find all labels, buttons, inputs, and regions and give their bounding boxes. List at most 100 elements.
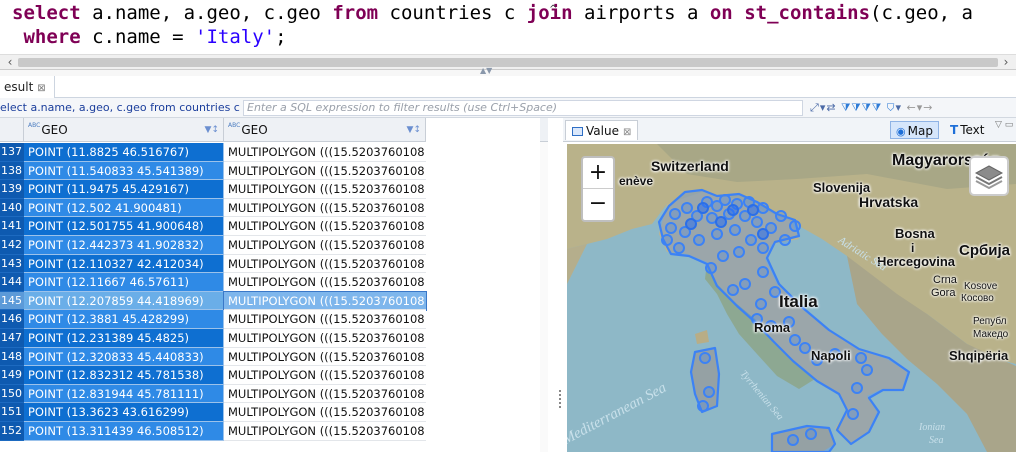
table-row[interactable]: 145 POINT (12.207859 44.418969) MULTIPOLYG…	[0, 290, 548, 312]
panel-menu-icon[interactable]: ▽ ▭	[995, 120, 1013, 130]
cell-airport-geo[interactable]: POINT (12.3881 45.428299)	[24, 310, 224, 329]
cell-country-geo[interactable]: MULTIPOLYGON (((15.5203760108 38	[224, 254, 426, 274]
cell-airport-geo[interactable]: POINT (12.231389 45.4825)	[24, 329, 224, 348]
map-label-kosovo-cyrillic: Косово	[961, 293, 994, 304]
back-icon[interactable]: ←	[907, 101, 917, 114]
row-number[interactable]: 143	[0, 254, 24, 274]
cell-airport-geo[interactable]: POINT (12.501755 41.900648)	[24, 217, 224, 236]
cell-airport-geo[interactable]: POINT (12.11667 46.57611)	[24, 273, 224, 292]
cell-country-geo[interactable]: MULTIPOLYGON (((15.5203760108 38	[224, 143, 426, 162]
filter-add-icon[interactable]: ⧩	[851, 101, 861, 114]
cell-country-geo[interactable]: MULTIPOLYGON (((15.5203760108 38	[224, 180, 426, 199]
tab-results[interactable]: esult ⊠	[0, 76, 55, 98]
row-number[interactable]: 149	[0, 366, 24, 385]
sort-icon[interactable]: ▼↕	[407, 118, 421, 142]
cell-airport-geo[interactable]: POINT (12.832312 45.781538)	[24, 366, 224, 385]
table-row[interactable]: 149 POINT (12.832312 45.781538) MULTIPOLYG…	[0, 366, 548, 385]
expand-icon[interactable]: ⤢	[810, 101, 820, 114]
cell-airport-geo[interactable]: POINT (12.110327 42.412034)	[24, 254, 224, 274]
close-icon[interactable]: ⊠	[623, 127, 631, 138]
active-query-label[interactable]: elect a.name, a.geo, c.geo from countrie…	[0, 100, 243, 116]
row-number[interactable]: 151	[0, 403, 24, 422]
cell-country-geo[interactable]: MULTIPOLYGON (((15.5203760108 38	[224, 310, 426, 329]
table-row[interactable]: 146 POINT (12.3881 45.428299) MULTIPOLYGON…	[0, 310, 548, 329]
scrollbar-thumb[interactable]	[18, 58, 998, 67]
scroll-up-icon[interactable]: ^	[549, 4, 557, 15]
cell-airport-geo[interactable]: POINT (12.442373 41.902832)	[24, 236, 224, 255]
history-dropdown-icon[interactable]: ▾	[895, 101, 902, 114]
cell-country-geo[interactable]: MULTIPOLYGON (((15.5203760108 38	[224, 198, 426, 218]
filter-edit-icon[interactable]: ⧩	[862, 101, 872, 114]
cell-airport-geo[interactable]: POINT (11.9475 45.429167)	[24, 180, 224, 199]
refresh-icon[interactable]: ⇄	[826, 101, 836, 114]
table-row[interactable]: 147 POINT (12.231389 45.4825) MULTIPOLYGON…	[0, 329, 548, 348]
zoom-in-button[interactable]: +	[583, 158, 613, 189]
row-number[interactable]: 150	[0, 384, 24, 404]
cell-country-geo[interactable]: MULTIPOLYGON (((15.5203760108 38	[224, 217, 426, 236]
cell-country-geo[interactable]: MULTIPOLYGON (((15.5203760108 38	[224, 236, 426, 255]
cell-airport-geo[interactable]: POINT (12.320833 45.440833)	[24, 347, 224, 367]
cell-country-geo[interactable]: MULTIPOLYGON (((15.5203760108 38	[224, 384, 426, 404]
column-header-airport-geo[interactable]: ABCGEO ▼↕	[24, 118, 224, 142]
table-row[interactable]: 141 POINT (12.501755 41.900648) MULTIPOLYG…	[0, 217, 548, 236]
row-number[interactable]: 148	[0, 347, 24, 367]
editor-horizontal-scrollbar[interactable]: ‹ ›	[0, 54, 1016, 70]
cell-country-geo[interactable]: MULTIPOLYGON (((15.5203760108 38	[223, 290, 427, 312]
row-number[interactable]: 144	[0, 273, 24, 292]
cell-airport-geo[interactable]: POINT (12.502 41.900481)	[24, 198, 224, 218]
cell-airport-geo[interactable]: POINT (11.8825 46.516767)	[24, 143, 224, 162]
table-row[interactable]: 151 POINT (13.3623 43.616299) MULTIPOLYGON…	[0, 403, 548, 422]
cell-country-geo[interactable]: MULTIPOLYGON (((15.5203760108 38	[224, 422, 426, 441]
cell-country-geo[interactable]: MULTIPOLYGON (((15.5203760108 38	[224, 347, 426, 367]
grid-vertical-scrollbar[interactable]	[540, 142, 548, 452]
row-number[interactable]: 152	[0, 422, 24, 441]
filter-input[interactable]: Enter a SQL expression to filter results…	[243, 100, 803, 116]
table-row[interactable]: 137 POINT (11.8825 46.516767) MULTIPOLYGON…	[0, 143, 548, 162]
row-number[interactable]: 145	[0, 291, 24, 311]
cell-airport-geo[interactable]: POINT (12.207859 44.418969)	[24, 291, 224, 311]
filter-icon[interactable]: ⧩	[841, 101, 851, 114]
table-row[interactable]: 148 POINT (12.320833 45.440833) MULTIPOLYG…	[0, 347, 548, 367]
table-row[interactable]: 150 POINT (12.831944 45.781111) MULTIPOLYG…	[0, 384, 548, 404]
row-number[interactable]: 137	[0, 143, 24, 162]
map-view[interactable]: Switzerland enève Magyarország Slovenija…	[567, 144, 1016, 452]
table-row[interactable]: 140 POINT (12.502 41.900481) MULTIPOLYGON …	[0, 198, 548, 218]
table-row[interactable]: 143 POINT (12.110327 42.412034) MULTIPOLYG…	[0, 254, 548, 274]
tab-value[interactable]: Value ⊠	[565, 120, 639, 140]
cell-airport-geo[interactable]: POINT (13.311439 46.508512)	[24, 422, 224, 441]
map-view-button[interactable]: ◉ Map	[890, 121, 939, 139]
column-header-country-geo[interactable]: ABCGEO ▼↕	[224, 118, 426, 142]
zoom-out-button[interactable]: −	[583, 189, 613, 220]
row-number[interactable]: 141	[0, 217, 24, 236]
row-number[interactable]: 146	[0, 310, 24, 329]
scroll-right-icon[interactable]: ›	[998, 55, 1014, 70]
sql-editor[interactable]: select a.name, a.geo, c.geo from countri…	[0, 0, 1016, 54]
filter-clear-icon[interactable]: ⧩	[872, 101, 882, 114]
cell-country-geo[interactable]: MULTIPOLYGON (((15.5203760108 38	[224, 161, 426, 181]
scroll-left-icon[interactable]: ‹	[2, 55, 18, 70]
table-row[interactable]: 144 POINT (12.11667 46.57611) MULTIPOLYGON…	[0, 273, 548, 292]
layers-button[interactable]	[969, 156, 1009, 196]
cell-country-geo[interactable]: MULTIPOLYGON (((15.5203760108 38	[224, 403, 426, 422]
row-number[interactable]: 142	[0, 236, 24, 255]
text-view-button[interactable]: T Text	[945, 121, 989, 139]
cell-airport-geo[interactable]: POINT (13.3623 43.616299)	[24, 403, 224, 422]
forward-icon[interactable]: →	[923, 101, 933, 114]
row-number[interactable]: 138	[0, 161, 24, 181]
row-number[interactable]: 140	[0, 198, 24, 218]
table-row[interactable]: 138 POINT (11.540833 45.541389) MULTIPOLYG…	[0, 161, 548, 181]
cell-airport-geo[interactable]: POINT (11.540833 45.541389)	[24, 161, 224, 181]
cell-airport-geo[interactable]: POINT (12.831944 45.781111)	[24, 384, 224, 404]
cell-country-geo[interactable]: MULTIPOLYGON (((15.5203760108 38	[224, 273, 426, 292]
splitter-grip-icon[interactable]: ▲▼	[480, 66, 492, 75]
map-label-gora: Gora	[931, 287, 956, 299]
table-row[interactable]: 139 POINT (11.9475 45.429167) MULTIPOLYGON…	[0, 180, 548, 199]
table-row[interactable]: 152 POINT (13.311439 46.508512) MULTIPOLYG…	[0, 422, 548, 441]
close-icon[interactable]: ⊠	[37, 83, 45, 94]
cell-country-geo[interactable]: MULTIPOLYGON (((15.5203760108 38	[224, 329, 426, 348]
row-number[interactable]: 147	[0, 329, 24, 348]
cell-country-geo[interactable]: MULTIPOLYGON (((15.5203760108 38	[224, 366, 426, 385]
sort-icon[interactable]: ▼↕	[205, 118, 219, 142]
row-number[interactable]: 139	[0, 180, 24, 199]
table-row[interactable]: 142 POINT (12.442373 41.902832) MULTIPOLYG…	[0, 236, 548, 255]
